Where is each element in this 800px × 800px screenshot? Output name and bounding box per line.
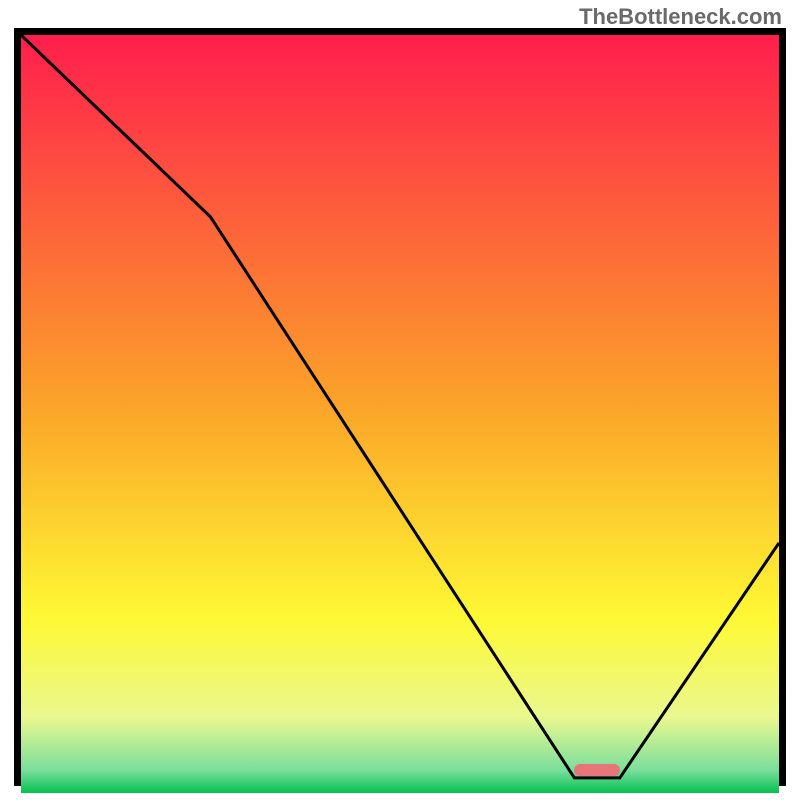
chart-frame bbox=[14, 28, 786, 786]
watermark-text: TheBottleneck.com bbox=[579, 4, 782, 30]
chart-curve bbox=[21, 35, 779, 793]
optimal-zone-marker bbox=[574, 764, 619, 776]
